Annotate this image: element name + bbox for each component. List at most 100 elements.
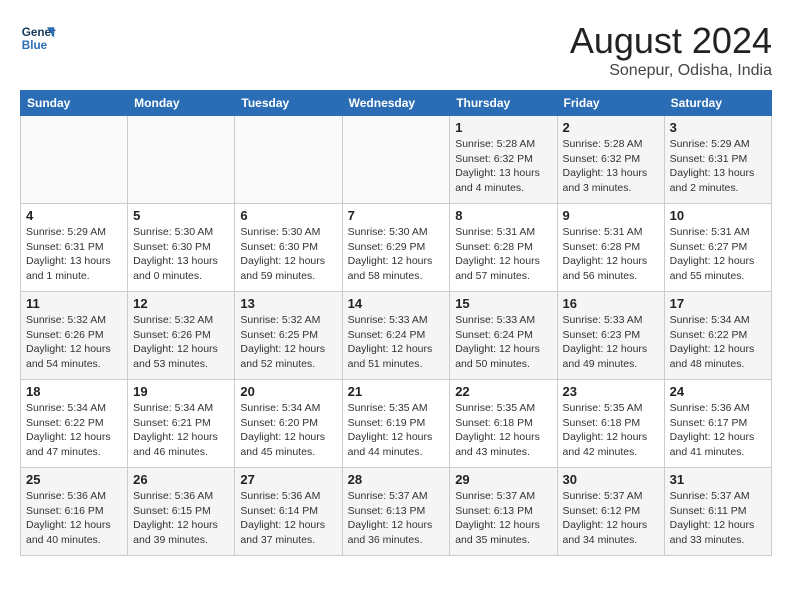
calendar-week-row: 11 Sunrise: 5:32 AM Sunset: 6:26 PM Dayli… — [21, 292, 772, 380]
day-number: 30 — [563, 472, 659, 487]
weekday-header-friday: Friday — [557, 91, 664, 116]
day-info: Sunrise: 5:28 AM Sunset: 6:32 PM Dayligh… — [455, 137, 551, 196]
calendar-cell: 8 Sunrise: 5:31 AM Sunset: 6:28 PM Daylig… — [450, 204, 557, 292]
day-number: 20 — [240, 384, 336, 399]
calendar-cell: 24Sunrise: 5:36 AM Sunset: 6:17 PM Dayli… — [664, 380, 771, 468]
day-number: 9 — [563, 208, 659, 223]
svg-text:Blue: Blue — [22, 39, 48, 52]
weekday-header-tuesday: Tuesday — [235, 91, 342, 116]
calendar-cell: 31 Sunrise: 5:37 AM Sunset: 6:11 PM Dayli… — [664, 468, 771, 556]
day-number: 14 — [348, 296, 445, 311]
calendar-cell: 5Sunrise: 5:30 AM Sunset: 6:30 PM Daylig… — [128, 204, 235, 292]
calendar-cell: 4Sunrise: 5:29 AM Sunset: 6:31 PM Daylig… — [21, 204, 128, 292]
day-info: Sunrise: 5:35 AM Sunset: 6:19 PM Dayligh… — [348, 401, 445, 460]
calendar-cell: 14Sunrise: 5:33 AM Sunset: 6:24 PM Dayli… — [342, 292, 450, 380]
calendar-cell: 1Sunrise: 5:28 AM Sunset: 6:32 PM Daylig… — [450, 116, 557, 204]
day-number: 11 — [26, 296, 122, 311]
calendar-cell: 19Sunrise: 5:34 AM Sunset: 6:21 PM Dayli… — [128, 380, 235, 468]
day-number: 2 — [563, 120, 659, 135]
calendar-cell: 20 Sunrise: 5:34 AM Sunset: 6:20 PM Dayli… — [235, 380, 342, 468]
day-info: Sunrise: 5:31 AM Sunset: 6:28 PM Dayligh… — [455, 225, 551, 284]
day-number: 3 — [670, 120, 766, 135]
calendar-cell: 9 Sunrise: 5:31 AM Sunset: 6:28 PM Daylig… — [557, 204, 664, 292]
calendar-cell: 2Sunrise: 5:28 AM Sunset: 6:32 PM Daylig… — [557, 116, 664, 204]
day-number: 12 — [133, 296, 229, 311]
day-number: 31 — [670, 472, 766, 487]
day-number: 17 — [670, 296, 766, 311]
day-info: Sunrise: 5:32 AM Sunset: 6:25 PM Dayligh… — [240, 313, 336, 372]
day-number: 10 — [670, 208, 766, 223]
day-info: Sunrise: 5:30 AM Sunset: 6:30 PM Dayligh… — [240, 225, 336, 284]
day-number: 21 — [348, 384, 445, 399]
calendar-week-row: 18 Sunrise: 5:34 AM Sunset: 6:22 PM Dayli… — [21, 380, 772, 468]
calendar-cell: 26 Sunrise: 5:36 AM Sunset: 6:15 PM Dayli… — [128, 468, 235, 556]
calendar-cell — [128, 116, 235, 204]
calendar-cell: 11Sunrise: 5:32 AM Sunset: 6:26 PM Dayli… — [21, 292, 128, 380]
day-info: Sunrise: 5:33 AM Sunset: 6:23 PM Dayligh… — [563, 313, 659, 372]
calendar-cell: 3Sunrise: 5:29 AM Sunset: 6:31 PM Daylig… — [664, 116, 771, 204]
calendar-cell: 23Sunrise: 5:35 AM Sunset: 6:18 PM Dayli… — [557, 380, 664, 468]
calendar-cell: 18 Sunrise: 5:34 AM Sunset: 6:22 PM Dayli… — [21, 380, 128, 468]
day-number: 18 — [26, 384, 122, 399]
logo: General Blue — [20, 20, 56, 56]
page-header: General Blue August 2024 Sonepur, Odisha… — [20, 20, 772, 80]
day-info: Sunrise: 5:35 AM Sunset: 6:18 PM Dayligh… — [563, 401, 659, 460]
calendar-cell — [235, 116, 342, 204]
day-info: Sunrise: 5:36 AM Sunset: 6:17 PM Dayligh… — [670, 401, 766, 460]
calendar-cell — [21, 116, 128, 204]
day-number: 27 — [240, 472, 336, 487]
calendar-cell: 7 Sunrise: 5:30 AM Sunset: 6:29 PM Daylig… — [342, 204, 450, 292]
title-area: August 2024 Sonepur, Odisha, India — [570, 20, 772, 80]
calendar-cell: 6 Sunrise: 5:30 AM Sunset: 6:30 PM Daylig… — [235, 204, 342, 292]
day-info: Sunrise: 5:30 AM Sunset: 6:29 PM Dayligh… — [348, 225, 445, 284]
calendar-cell: 10 Sunrise: 5:31 AM Sunset: 6:27 PM Dayli… — [664, 204, 771, 292]
location-subtitle: Sonepur, Odisha, India — [570, 62, 772, 80]
month-year-title: August 2024 — [570, 20, 772, 62]
weekday-header-wednesday: Wednesday — [342, 91, 450, 116]
day-info: Sunrise: 5:31 AM Sunset: 6:28 PM Dayligh… — [563, 225, 659, 284]
day-info: Sunrise: 5:37 AM Sunset: 6:13 PM Dayligh… — [455, 489, 551, 548]
logo-icon: General Blue — [20, 20, 56, 56]
day-info: Sunrise: 5:32 AM Sunset: 6:26 PM Dayligh… — [133, 313, 229, 372]
day-info: Sunrise: 5:33 AM Sunset: 6:24 PM Dayligh… — [455, 313, 551, 372]
day-number: 7 — [348, 208, 445, 223]
calendar-week-row: 4Sunrise: 5:29 AM Sunset: 6:31 PM Daylig… — [21, 204, 772, 292]
weekday-header-monday: Monday — [128, 91, 235, 116]
calendar-cell: 21 Sunrise: 5:35 AM Sunset: 6:19 PM Dayli… — [342, 380, 450, 468]
weekday-header-saturday: Saturday — [664, 91, 771, 116]
calendar-week-row: 25 Sunrise: 5:36 AM Sunset: 6:16 PM Dayli… — [21, 468, 772, 556]
calendar-cell: 17Sunrise: 5:34 AM Sunset: 6:22 PM Dayli… — [664, 292, 771, 380]
calendar-cell — [342, 116, 450, 204]
day-info: Sunrise: 5:31 AM Sunset: 6:27 PM Dayligh… — [670, 225, 766, 284]
calendar-cell: 13 Sunrise: 5:32 AM Sunset: 6:25 PM Dayli… — [235, 292, 342, 380]
day-info: Sunrise: 5:34 AM Sunset: 6:20 PM Dayligh… — [240, 401, 336, 460]
calendar-cell: 25 Sunrise: 5:36 AM Sunset: 6:16 PM Dayli… — [21, 468, 128, 556]
calendar-cell: 28 Sunrise: 5:37 AM Sunset: 6:13 PM Dayli… — [342, 468, 450, 556]
day-info: Sunrise: 5:37 AM Sunset: 6:12 PM Dayligh… — [563, 489, 659, 548]
weekday-header-sunday: Sunday — [21, 91, 128, 116]
calendar-cell: 15Sunrise: 5:33 AM Sunset: 6:24 PM Dayli… — [450, 292, 557, 380]
day-number: 6 — [240, 208, 336, 223]
day-number: 25 — [26, 472, 122, 487]
day-info: Sunrise: 5:36 AM Sunset: 6:14 PM Dayligh… — [240, 489, 336, 548]
day-number: 26 — [133, 472, 229, 487]
calendar-cell: 12 Sunrise: 5:32 AM Sunset: 6:26 PM Dayli… — [128, 292, 235, 380]
calendar-cell: 16 Sunrise: 5:33 AM Sunset: 6:23 PM Dayli… — [557, 292, 664, 380]
day-info: Sunrise: 5:36 AM Sunset: 6:15 PM Dayligh… — [133, 489, 229, 548]
day-info: Sunrise: 5:34 AM Sunset: 6:22 PM Dayligh… — [26, 401, 122, 460]
calendar-week-row: 1Sunrise: 5:28 AM Sunset: 6:32 PM Daylig… — [21, 116, 772, 204]
day-number: 8 — [455, 208, 551, 223]
day-number: 13 — [240, 296, 336, 311]
weekday-header-thursday: Thursday — [450, 91, 557, 116]
day-number: 4 — [26, 208, 122, 223]
calendar-cell: 27 Sunrise: 5:36 AM Sunset: 6:14 PM Dayli… — [235, 468, 342, 556]
calendar-cell: 30 Sunrise: 5:37 AM Sunset: 6:12 PM Dayli… — [557, 468, 664, 556]
day-number: 28 — [348, 472, 445, 487]
day-info: Sunrise: 5:36 AM Sunset: 6:16 PM Dayligh… — [26, 489, 122, 548]
day-info: Sunrise: 5:34 AM Sunset: 6:21 PM Dayligh… — [133, 401, 229, 460]
calendar-cell: 22Sunrise: 5:35 AM Sunset: 6:18 PM Dayli… — [450, 380, 557, 468]
day-info: Sunrise: 5:37 AM Sunset: 6:13 PM Dayligh… — [348, 489, 445, 548]
day-info: Sunrise: 5:37 AM Sunset: 6:11 PM Dayligh… — [670, 489, 766, 548]
day-info: Sunrise: 5:35 AM Sunset: 6:18 PM Dayligh… — [455, 401, 551, 460]
day-number: 16 — [563, 296, 659, 311]
